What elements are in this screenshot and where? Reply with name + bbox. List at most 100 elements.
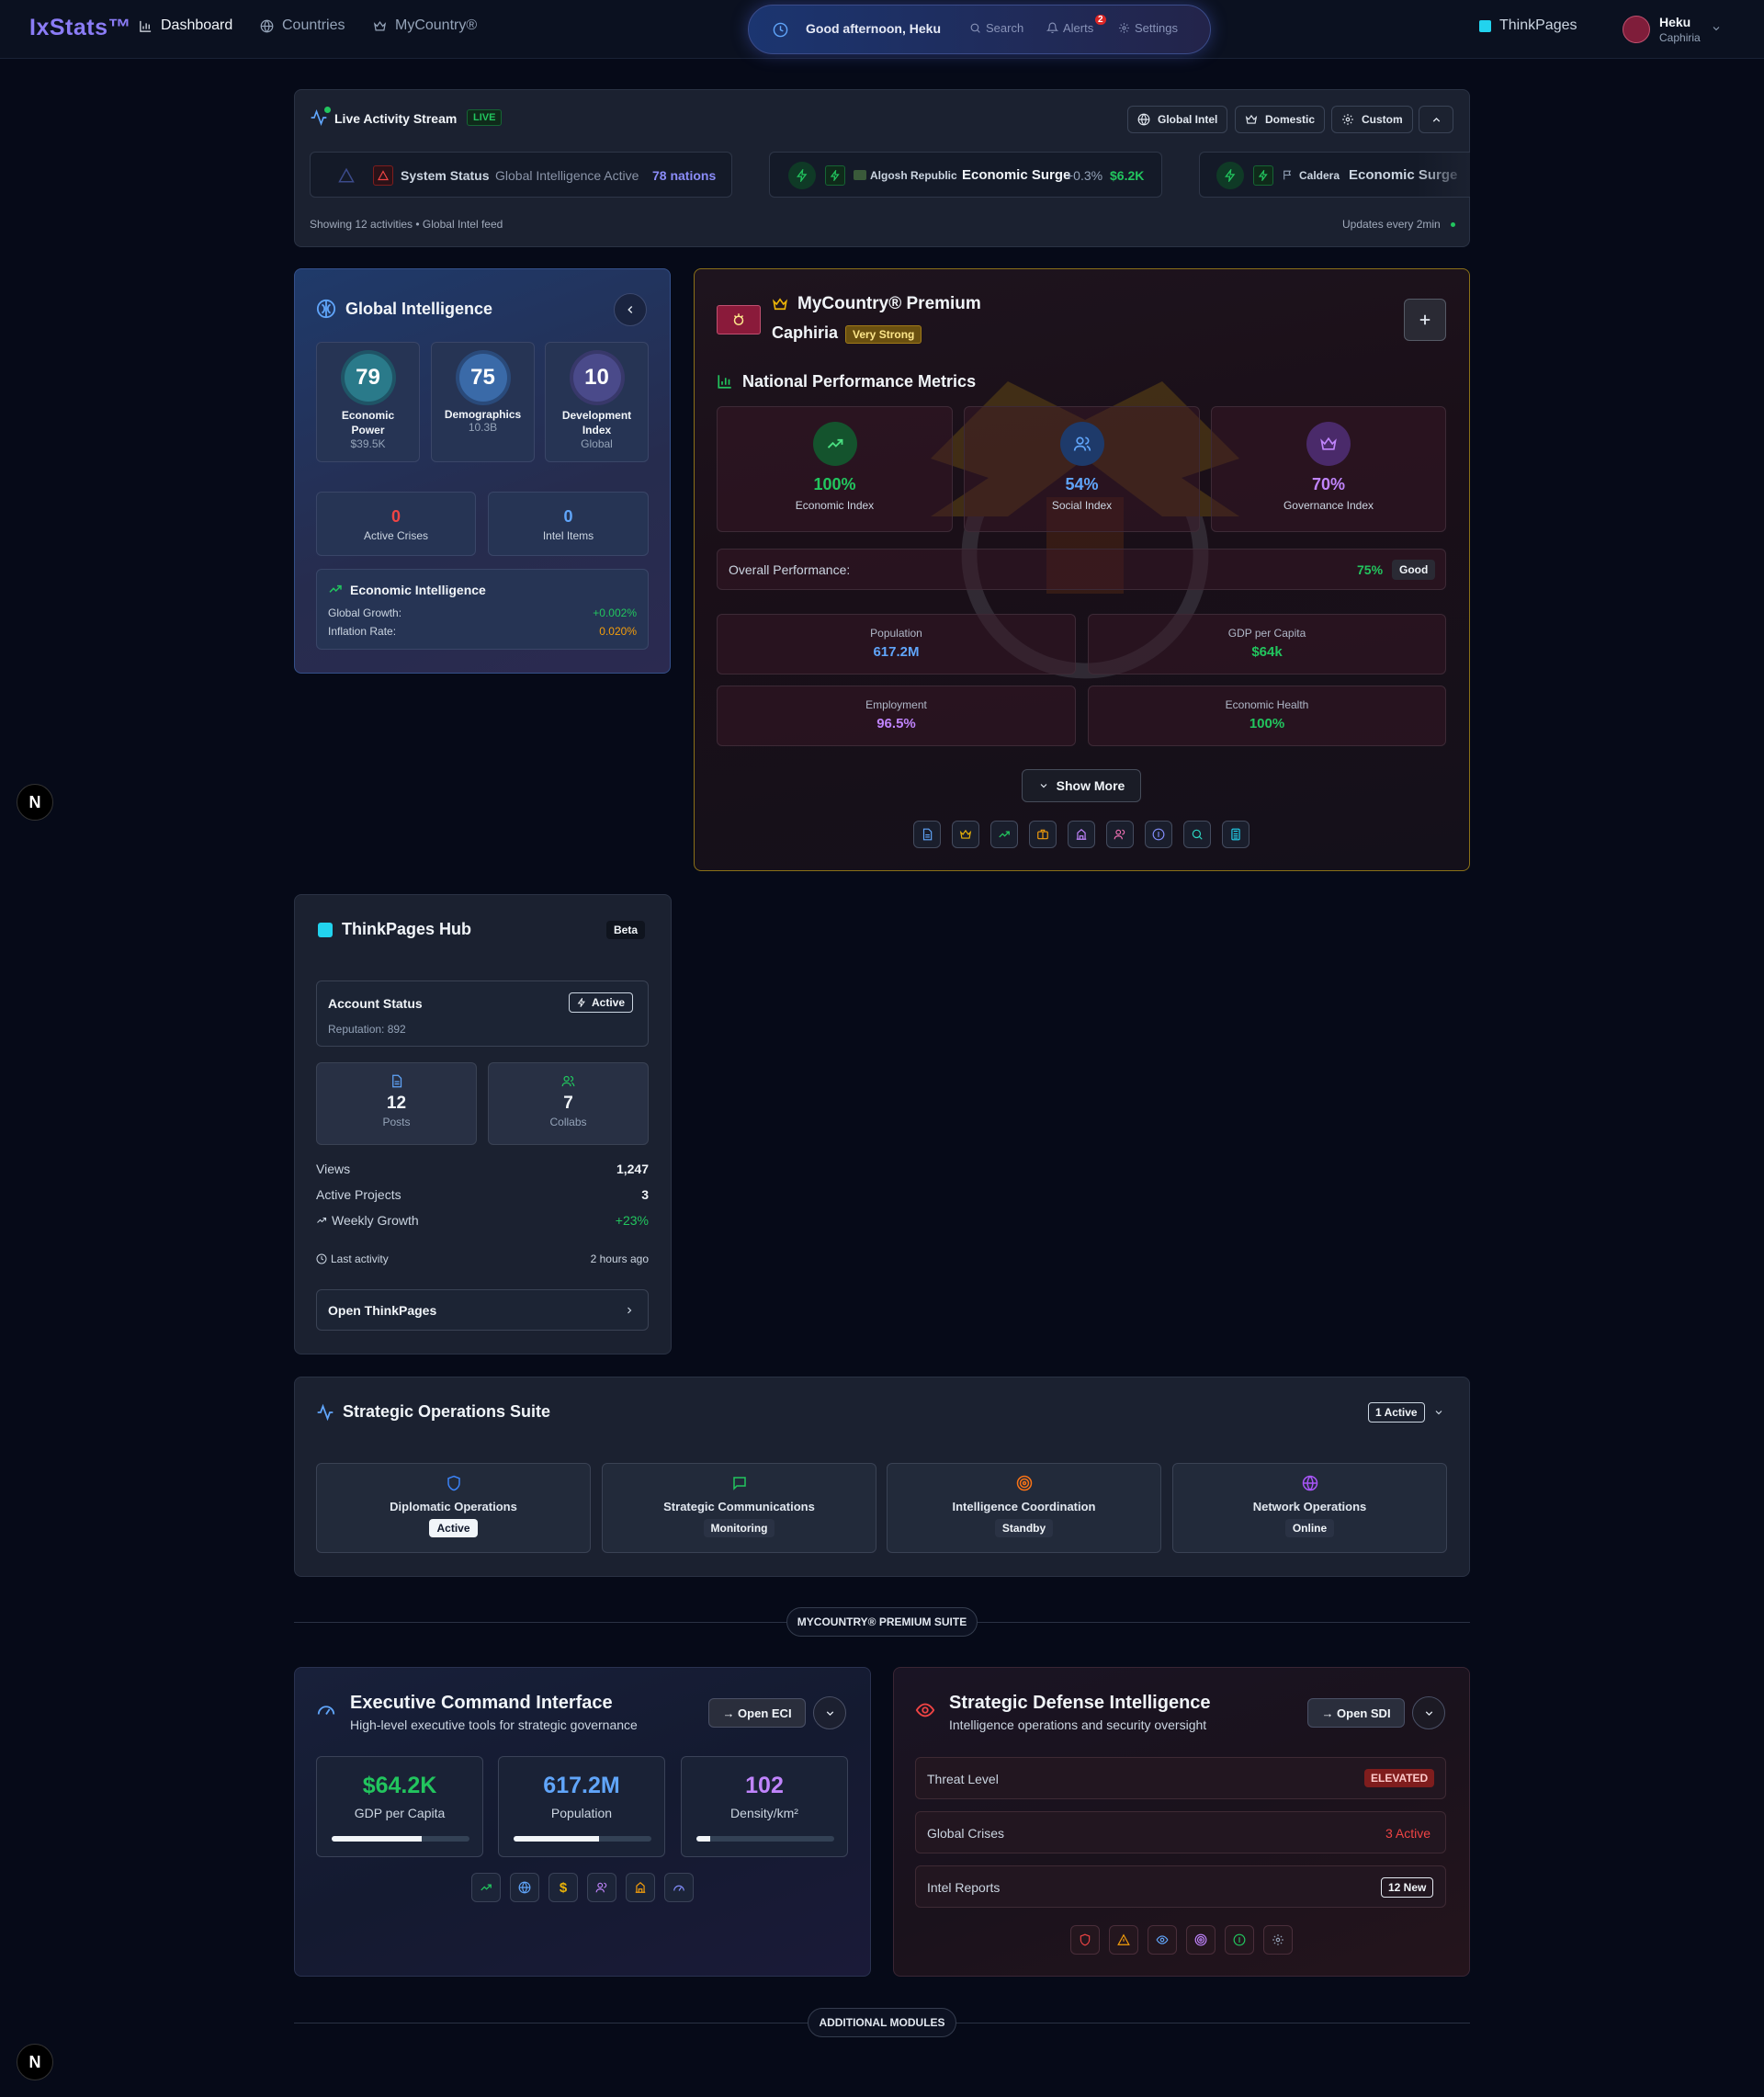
alerts-button[interactable]: Alerts 2	[1046, 15, 1106, 35]
posts-label: Posts	[382, 1116, 411, 1128]
score-demographics[interactable]: 75 Demographics 10.3B	[431, 342, 535, 462]
trending-up-icon	[317, 1217, 327, 1223]
settings-button[interactable]: Settings	[1118, 21, 1178, 35]
score-development-index[interactable]: 10 Development Index Global	[545, 342, 649, 462]
filter-custom-button[interactable]: Custom	[1331, 106, 1413, 133]
sdi-action-info[interactable]	[1225, 1925, 1254, 1955]
add-widget-button[interactable]	[1404, 299, 1446, 341]
sdi-expand-button[interactable]	[1412, 1696, 1445, 1729]
quick-action-info[interactable]	[1145, 821, 1172, 848]
search-button[interactable]: Search	[969, 21, 1023, 35]
floating-n-button-bottom[interactable]: N	[17, 2044, 53, 2080]
open-eci-button[interactable]: → Open ECI	[708, 1698, 806, 1728]
score-economic-power[interactable]: 79 Economic Power $39.5K	[316, 342, 420, 462]
op-diplomatic[interactable]: Diplomatic Operations Active	[316, 1463, 591, 1553]
eci-action-trending[interactable]	[471, 1873, 501, 1902]
globe-icon	[1302, 1475, 1317, 1491]
eci-action-dollar[interactable]: $	[548, 1873, 578, 1902]
eci-action-globe[interactable]	[510, 1873, 539, 1902]
collapse-stream-button[interactable]	[1419, 106, 1453, 133]
open-sdi-button[interactable]: → Open SDI	[1307, 1698, 1405, 1728]
flag-icon	[1283, 170, 1292, 180]
greeting-text: Good afternoon, Heku	[806, 21, 941, 36]
active-crises-box[interactable]: 0 Active Crises	[316, 492, 476, 556]
nav-dashboard-label: Dashboard	[161, 17, 233, 33]
ticker-algosh-label: Economic Surge	[962, 167, 1071, 183]
nav-countries[interactable]: Countries	[260, 17, 345, 34]
eci-stat-progress	[696, 1836, 834, 1842]
metric-label: Governance Index	[1283, 499, 1374, 512]
metric-value: 100%	[813, 475, 856, 493]
op-network[interactable]: Network Operations Online	[1172, 1463, 1447, 1553]
open-thinkpages-button[interactable]: Open ThinkPages	[316, 1289, 649, 1331]
stat-value: 617.2M	[873, 644, 920, 660]
eci-action-users[interactable]	[587, 1873, 616, 1902]
metric-economic-index[interactable]: 100% Economic Index	[717, 406, 953, 532]
intel-items-value: 0	[563, 507, 573, 526]
dollar-icon: $	[559, 1879, 568, 1896]
quick-action-users[interactable]	[1106, 821, 1134, 848]
show-more-button[interactable]: Show More	[1022, 769, 1141, 802]
intel-items-box[interactable]: 0 Intel Items	[488, 492, 649, 556]
eci-stat-population[interactable]: 617.2M Population	[498, 1756, 665, 1857]
metric-governance-index[interactable]: 70% Governance Index	[1211, 406, 1446, 532]
quick-action-briefcase[interactable]	[1029, 821, 1057, 848]
quick-action-document[interactable]	[913, 821, 941, 848]
zap-icon	[577, 998, 585, 1007]
eci-action-gauge[interactable]	[664, 1873, 694, 1902]
sdi-action-eye[interactable]	[1148, 1925, 1177, 1955]
quick-action-search[interactable]	[1183, 821, 1211, 848]
metric-value: 70%	[1311, 475, 1346, 493]
score-value: 79	[356, 365, 380, 390]
sdi-action-alert[interactable]	[1109, 1925, 1138, 1955]
floating-n-button[interactable]: N	[17, 784, 53, 821]
nav-mycountry[interactable]: MyCountry®	[373, 17, 477, 34]
quick-action-trending[interactable]	[990, 821, 1018, 848]
stat-employment[interactable]: Employment 96.5%	[717, 686, 1076, 746]
inflation-value: 0.020%	[599, 625, 637, 638]
activity-title: Live Activity Stream	[334, 111, 458, 126]
ticker-item-system-status[interactable]: System Status Global Intelligence Active…	[310, 152, 732, 198]
threat-level-row[interactable]: Threat Level ELEVATED	[915, 1757, 1446, 1799]
thinkpages-logo-icon	[1479, 19, 1491, 32]
posts-box[interactable]: 12 Posts	[316, 1062, 477, 1145]
quick-action-crown[interactable]	[952, 821, 979, 848]
sdi-action-shield[interactable]	[1070, 1925, 1100, 1955]
active-crises-value: 0	[390, 507, 401, 526]
intel-reports-row[interactable]: Intel Reports 12 New	[915, 1865, 1446, 1908]
globe-icon	[518, 1881, 531, 1894]
filter-global-intel-button[interactable]: Global Intel	[1127, 106, 1228, 133]
global-crises-row[interactable]: Global Crises 3 Active	[915, 1811, 1446, 1853]
sdi-action-target[interactable]	[1186, 1925, 1216, 1955]
collabs-box[interactable]: 7 Collabs	[488, 1062, 649, 1145]
additional-divider-label: ADDITIONAL MODULES	[808, 2008, 956, 2037]
chevron-down-icon[interactable]	[1433, 1407, 1444, 1418]
quick-action-calculator[interactable]	[1222, 821, 1250, 848]
eci-action-building[interactable]	[626, 1873, 655, 1902]
app-logo[interactable]: IxStats™	[29, 15, 131, 41]
op-intelligence[interactable]: Intelligence Coordination Standby	[887, 1463, 1161, 1553]
views-value: 1,247	[616, 1162, 649, 1176]
eci-stat-density[interactable]: 102 Density/km²	[681, 1756, 848, 1857]
ticker-item-algosh[interactable]: Algosh Republic Economic Surge +0.3% $6.…	[769, 152, 1162, 198]
threat-level-badge: ELEVATED	[1364, 1769, 1435, 1787]
ticker-algosh-country: Algosh Republic	[870, 169, 957, 182]
metric-social-index[interactable]: 54% Social Index	[964, 406, 1200, 532]
op-communications[interactable]: Strategic Communications Monitoring	[602, 1463, 876, 1553]
stat-population[interactable]: Population 617.2M	[717, 614, 1076, 674]
nav-dashboard[interactable]: Dashboard	[139, 17, 232, 34]
filter-domestic-button[interactable]: Domestic	[1235, 106, 1326, 133]
stat-economic-health[interactable]: Economic Health 100%	[1088, 686, 1446, 746]
eci-stat-gdp[interactable]: $64.2K GDP per Capita	[316, 1756, 483, 1857]
strength-badge: Very Strong	[845, 325, 922, 344]
sdi-action-settings[interactable]	[1263, 1925, 1293, 1955]
nav-thinkpages[interactable]: ThinkPages	[1479, 17, 1577, 34]
users-icon	[1073, 436, 1091, 451]
collapse-panel-button[interactable]	[614, 293, 647, 326]
stat-gdp-per-capita[interactable]: GDP per Capita $64k	[1088, 614, 1446, 674]
command-palette-pill[interactable]: Good afternoon, Heku Search Alerts 2 Set…	[748, 5, 1211, 54]
quick-action-building[interactable]	[1068, 821, 1095, 848]
eci-expand-button[interactable]	[813, 1696, 846, 1729]
ticker-item-caldera[interactable]: Caldera Economic Surge	[1199, 152, 1470, 198]
intel-reports-label: Intel Reports	[927, 1880, 1001, 1895]
